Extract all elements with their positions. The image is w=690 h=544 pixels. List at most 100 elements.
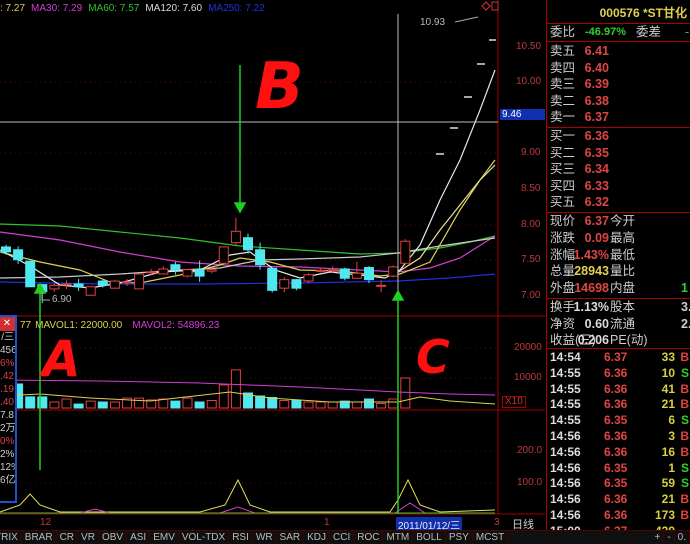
trade-qty: 173 — [654, 508, 675, 522]
indicator-tick: 100.0 — [517, 477, 543, 488]
candle-body — [364, 267, 374, 281]
row-value: 6.32 — [584, 195, 609, 210]
trade-time: 14:56 — [550, 429, 581, 443]
moving-average-lines — [0, 69, 496, 289]
zoom-reset-button[interactable]: 0. — [675, 531, 690, 544]
candle — [85, 286, 96, 296]
tab-sar[interactable]: SAR — [277, 531, 305, 544]
volume-bar — [291, 400, 302, 409]
volume-bar — [109, 401, 120, 409]
trade-time: 14:54 — [550, 350, 581, 364]
trade-side: B — [680, 397, 689, 412]
trade-time: 14:56 — [550, 476, 581, 491]
row-label: 卖二 — [550, 93, 576, 108]
trade-row: 14:55 6.36 21 B — [547, 397, 690, 412]
tab-mtm[interactable]: MTM — [383, 531, 414, 544]
tab-rsi[interactable]: RSI — [229, 531, 253, 544]
row-value: 6.33 — [584, 178, 609, 193]
row-value: 6.39 — [584, 77, 609, 92]
candle — [267, 267, 278, 293]
zoom-out-button[interactable]: - — [664, 531, 675, 544]
zoom-in-button[interactable]: + — [651, 531, 665, 544]
candle — [25, 260, 36, 288]
row-label: 买一 — [550, 129, 576, 143]
trade-row: 14:56 6.35 59 S — [547, 476, 690, 491]
candle-body — [158, 268, 169, 275]
tab-brar[interactable]: BRAR — [22, 531, 57, 544]
trade-qty: 3 — [668, 429, 675, 443]
popup-value: 6%) — [0, 358, 17, 369]
row-label-2: 内盘 — [610, 281, 636, 296]
volume-scale-label[interactable]: X10 — [502, 396, 526, 408]
candle-body — [73, 283, 84, 288]
ma-extra-line — [397, 164, 496, 273]
trade-qty: 10 — [661, 365, 675, 380]
tab-emv[interactable]: EMV — [150, 531, 179, 544]
kline-chart[interactable]: : 7.27 MA30: 7.29 MA60: 7.57 MA120: 7.60 MA2… — [0, 0, 545, 532]
tab-vol-tdx[interactable]: VOL-TDX — [179, 531, 230, 544]
popup-value: 0%) — [0, 436, 17, 447]
tab-vr[interactable]: VR — [78, 531, 99, 544]
weicha-label: 委差 — [636, 25, 662, 39]
x-label-12: 12 — [40, 517, 52, 528]
tab-wr[interactable]: WR — [253, 531, 277, 544]
annotation-c: C — [416, 330, 450, 384]
row-label: 买二 — [550, 145, 576, 160]
x-label-1: 1 — [324, 517, 330, 528]
trade-time: 14:55 — [550, 381, 581, 396]
low-price-marker: 6.90 — [52, 294, 72, 305]
price-tick: 7.00 — [521, 290, 541, 301]
candle-body — [122, 281, 132, 284]
tab-psy[interactable]: PSY — [446, 531, 473, 544]
row-label-2: 量比 — [610, 264, 636, 279]
candle-body — [194, 269, 205, 277]
tab-roc[interactable]: ROC — [354, 531, 384, 544]
candle — [158, 266, 169, 275]
tab-mcst[interactable]: MCST — [473, 531, 509, 544]
trade-row: 14:56 6.36 173 B — [547, 508, 690, 523]
candle-body — [388, 266, 399, 277]
trade-price: 6.36 — [604, 429, 628, 443]
tab-cci[interactable]: CCI — [330, 531, 355, 544]
diamond-icon — [481, 1, 491, 11]
quote-row: 买四 6.33 — [547, 178, 690, 195]
row-value: 1.13% — [573, 300, 609, 314]
tab-trix[interactable]: TRIX — [0, 531, 22, 544]
top-right-icons[interactable] — [481, 1, 499, 11]
candle-body — [255, 249, 266, 266]
popup-value: 2%) — [0, 449, 17, 460]
price-tick: 9.00 — [521, 147, 541, 158]
tab-asi[interactable]: ASI — [127, 531, 151, 544]
indicator-lines — [0, 478, 496, 514]
stock-title: 000576 *ST甘化 — [599, 6, 687, 20]
row-value-2: 3. — [681, 300, 690, 314]
trade-time: 14:56 — [550, 492, 581, 507]
tab-kdj[interactable]: KDJ — [304, 531, 331, 544]
trade-qty: 59 — [661, 476, 675, 491]
trade-time: 14:56 — [550, 460, 581, 475]
tab-obv[interactable]: OBV — [99, 531, 128, 544]
row-label-2: 流通 — [610, 316, 636, 331]
popup-value: 7.8 — [0, 410, 14, 421]
trade-time: 14:55 — [550, 365, 581, 380]
close-icon[interactable]: ✕ — [0, 317, 15, 331]
trade-row: 14:56 6.36 3 B — [547, 429, 690, 444]
popup-value: .19 — [0, 384, 14, 395]
tab-boll[interactable]: BOLL — [413, 531, 446, 544]
tab-cr[interactable]: CR — [57, 531, 79, 544]
candle-body — [291, 279, 302, 289]
trade-price: 6.36 — [604, 444, 628, 459]
candle — [182, 268, 193, 278]
candle-body — [400, 240, 411, 264]
candle-body — [279, 279, 290, 289]
trade-price: 6.35 — [604, 476, 628, 491]
ma30-value: MA30: 7.29 — [31, 3, 83, 14]
candle — [61, 280, 72, 289]
popup-value: /三 — [1, 332, 14, 343]
weicha-value: - — [685, 25, 690, 39]
quote-row: 换手1.13%股本 3. — [547, 299, 690, 316]
trade-row: 14:56 6.35 1 S — [547, 461, 690, 476]
trade-side: B — [680, 350, 689, 364]
candle-body — [25, 260, 36, 288]
trade-qty: 16 — [661, 444, 675, 459]
